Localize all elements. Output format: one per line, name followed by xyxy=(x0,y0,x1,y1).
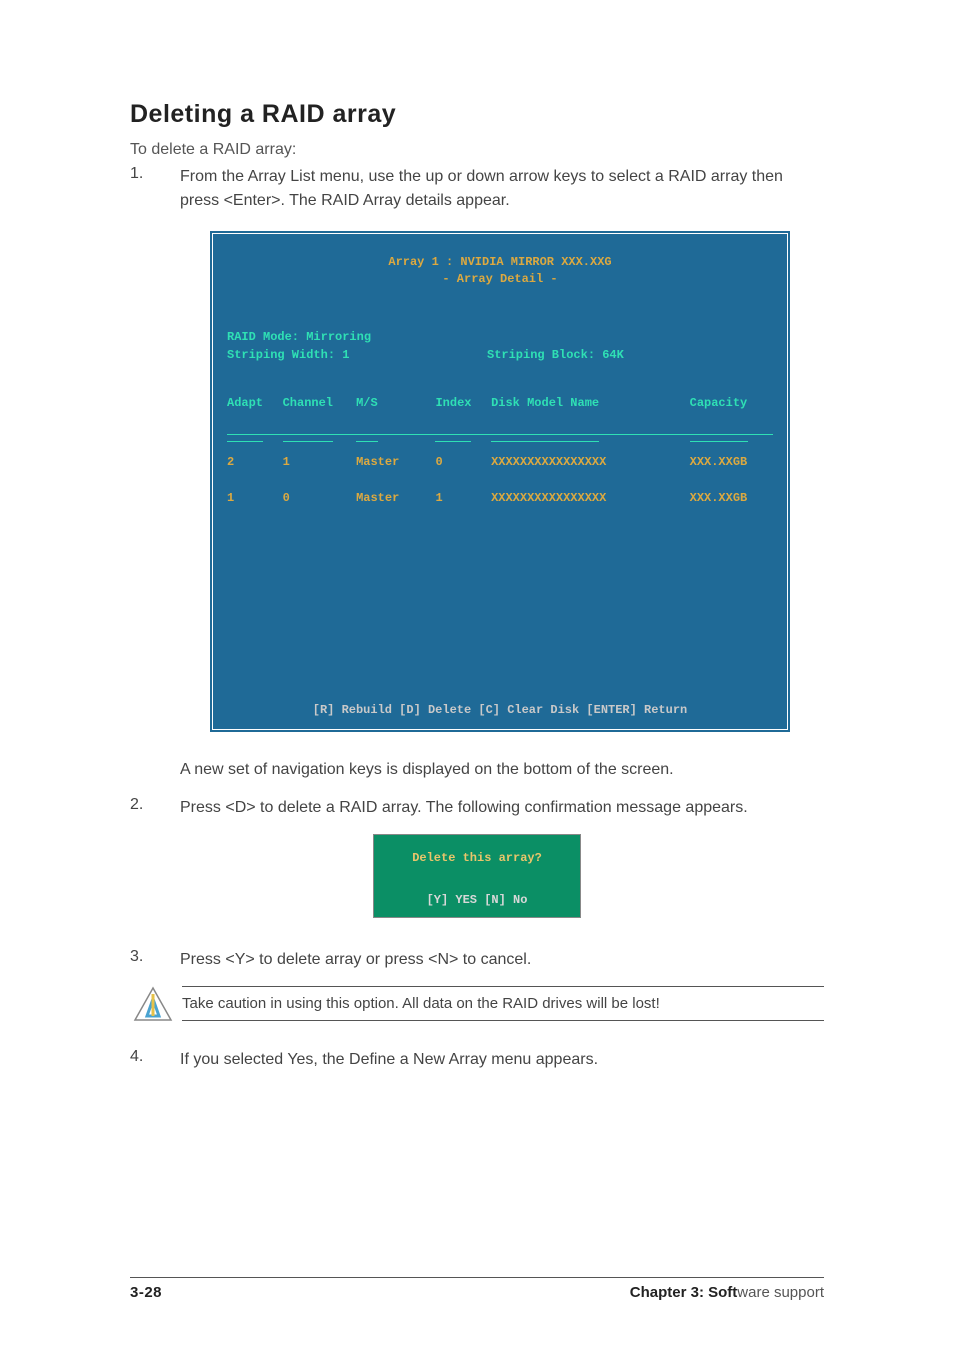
row1-adapt: 2 xyxy=(227,453,283,471)
step-text: If you selected Yes, the Define a New Ar… xyxy=(180,1048,824,1072)
step-2: 2. Press <D> to delete a RAID array. The… xyxy=(130,796,824,820)
step-number: 1. xyxy=(130,165,180,213)
step-1-continuation: A new set of navigation keys is displaye… xyxy=(130,758,824,782)
caution-icon xyxy=(130,986,176,1022)
raid-mode: RAID Mode: Mirroring xyxy=(227,330,371,344)
chapter-label: Chapter 3: Software support xyxy=(630,1284,824,1301)
array-title-line1: Array 1 : NVIDIA MIRROR XXX.XXG xyxy=(227,254,773,271)
striping-width: Striping Width: 1 xyxy=(227,346,487,364)
row2-cap: XXX.XXGB xyxy=(690,489,773,507)
row2-disk: XXXXXXXXXXXXXXXX xyxy=(491,489,690,507)
step-4: 4. If you selected Yes, the Define a New… xyxy=(130,1048,824,1072)
step-text: From the Array List menu, use the up or … xyxy=(180,165,824,213)
array-title-line2: - Array Detail - xyxy=(227,271,773,288)
dialog-question: Delete this array? xyxy=(374,835,580,883)
page-number: 3-28 xyxy=(130,1284,162,1301)
caution-note: Take caution in using this option. All d… xyxy=(130,986,824,1022)
col-ms: M/S xyxy=(356,394,435,412)
col-disk: Disk Model Name xyxy=(491,394,690,412)
row1-channel: 1 xyxy=(283,453,356,471)
col-adapt: Adapt xyxy=(227,394,283,412)
row1-index: 0 xyxy=(435,453,491,471)
section-heading: Deleting a RAID array xyxy=(130,100,824,129)
row2-adapt: 1 xyxy=(227,489,283,507)
row2-channel: 0 xyxy=(283,489,356,507)
caution-text: Take caution in using this option. All d… xyxy=(182,986,824,1021)
array-detail-screenshot: Array 1 : NVIDIA MIRROR XXX.XXG - Array … xyxy=(210,231,790,732)
col-capacity: Capacity xyxy=(690,394,773,412)
row1-disk: XXXXXXXXXXXXXXXX xyxy=(491,453,690,471)
step-number: 2. xyxy=(130,796,180,820)
step-1: 1. From the Array List menu, use the up … xyxy=(130,165,824,213)
delete-confirmation-dialog: Delete this array? [Y] YES [N] No xyxy=(373,834,581,918)
step-number: 4. xyxy=(130,1048,180,1072)
row2-index: 1 xyxy=(435,489,491,507)
row1-ms: Master xyxy=(356,453,435,471)
terminal-footer: [R] Rebuild [D] Delete [C] Clear Disk [E… xyxy=(215,693,785,727)
step-3: 3. Press <Y> to delete array or press <N… xyxy=(130,948,824,972)
page-footer: 3-28 Chapter 3: Software support xyxy=(130,1277,824,1301)
col-channel: Channel xyxy=(283,394,356,412)
step-text: Press <D> to delete a RAID array. The fo… xyxy=(180,796,824,820)
row2-ms: Master xyxy=(356,489,435,507)
intro-text: To delete a RAID array: xyxy=(130,141,824,159)
dialog-options: [Y] YES [N] No xyxy=(374,883,580,917)
striping-block: Striping Block: 64K xyxy=(487,346,624,364)
row1-cap: XXX.XXGB xyxy=(690,453,773,471)
step-text: Press <Y> to delete array or press <N> t… xyxy=(180,948,824,972)
col-index: Index xyxy=(435,394,491,412)
step-text: A new set of navigation keys is displaye… xyxy=(180,758,824,782)
step-number: 3. xyxy=(130,948,180,972)
